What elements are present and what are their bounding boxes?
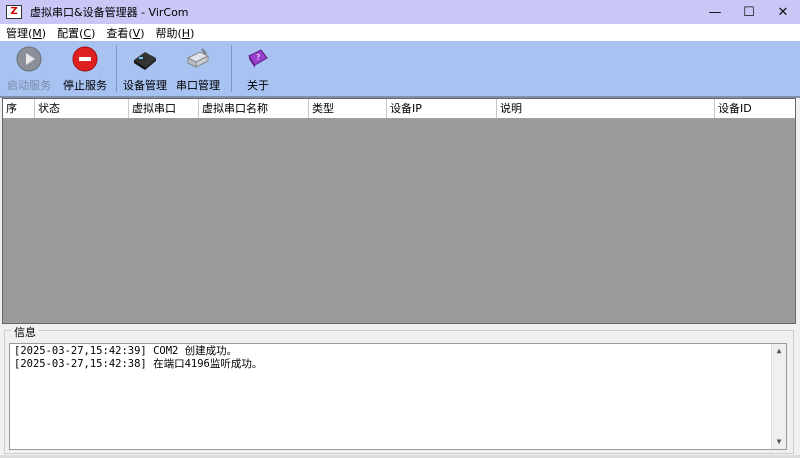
port-manage-label: 串口管理 xyxy=(176,79,220,92)
serial-port-icon xyxy=(184,45,212,73)
port-list-table[interactable]: 序 状态 虚拟串口 虚拟串口名称 类型 设备IP 说明 设备ID xyxy=(2,98,796,324)
toolbar: 启动服务 停止服务 设备管理 串口管理 ? 关于 xyxy=(0,41,800,98)
log-line: [2025-03-27,15:42:39] COM2 创建成功。 xyxy=(14,345,238,357)
title-bar: Z 虚拟串口&设备管理器 - VirCom — ☐ ✕ xyxy=(0,0,800,24)
toolbar-separator xyxy=(116,45,117,92)
log-line: [2025-03-27,15:42:38] 在端口4196监听成功。 xyxy=(14,358,263,370)
start-service-label: 启动服务 xyxy=(7,79,51,92)
info-group: 信息 [2025-03-27,15:42:39] COM2 创建成功。 [202… xyxy=(4,324,794,454)
info-legend: 信息 xyxy=(11,324,39,340)
svg-text:?: ? xyxy=(256,53,260,62)
column-header-virtual-port-name[interactable]: 虚拟串口名称 xyxy=(199,99,309,118)
column-header-description[interactable]: 说明 xyxy=(497,99,715,118)
help-book-icon: ? xyxy=(244,45,272,73)
window-title: 虚拟串口&设备管理器 - VirCom xyxy=(30,6,189,19)
log-scrollbar[interactable]: ▲ ▼ xyxy=(771,344,786,449)
device-manage-button[interactable]: 设备管理 xyxy=(121,41,169,96)
column-header-virtual-port[interactable]: 虚拟串口 xyxy=(129,99,199,118)
maximize-button[interactable]: ☐ xyxy=(732,0,766,24)
about-label: 关于 xyxy=(247,79,269,92)
scroll-up-arrow-icon[interactable]: ▲ xyxy=(772,344,786,358)
column-header-device-ip[interactable]: 设备IP xyxy=(387,99,497,118)
play-icon xyxy=(15,45,43,73)
column-header-index[interactable]: 序 xyxy=(3,99,35,118)
scroll-down-arrow-icon[interactable]: ▼ xyxy=(772,435,786,449)
start-service-button[interactable]: 启动服务 xyxy=(0,41,58,96)
app-logo-icon: Z xyxy=(6,5,22,19)
column-header-status[interactable]: 状态 xyxy=(35,99,129,118)
device-manage-label: 设备管理 xyxy=(123,79,167,92)
stop-service-button[interactable]: 停止服务 xyxy=(58,41,112,96)
menu-help[interactable]: 帮助(H) xyxy=(150,25,200,41)
menu-manage[interactable]: 管理(M) xyxy=(0,25,51,41)
column-header-type[interactable]: 类型 xyxy=(309,99,387,118)
menu-bar: 管理(M) 配置(C) 查看(V) 帮助(H) xyxy=(0,24,800,42)
about-button[interactable]: ? 关于 xyxy=(236,41,280,96)
toolbar-separator xyxy=(231,45,232,92)
minimize-button[interactable]: — xyxy=(698,0,732,24)
stop-icon xyxy=(71,45,99,73)
device-icon xyxy=(131,45,159,73)
table-header: 序 状态 虚拟串口 虚拟串口名称 类型 设备IP 说明 设备ID xyxy=(3,99,795,119)
stop-service-label: 停止服务 xyxy=(63,79,107,92)
menu-config[interactable]: 配置(C) xyxy=(51,25,100,41)
port-manage-button[interactable]: 串口管理 xyxy=(169,41,227,96)
menu-view[interactable]: 查看(V) xyxy=(100,25,149,41)
log-textarea[interactable]: [2025-03-27,15:42:39] COM2 创建成功。 [2025-0… xyxy=(9,343,787,450)
close-button[interactable]: ✕ xyxy=(766,0,800,24)
column-header-device-id[interactable]: 设备ID xyxy=(715,99,793,118)
